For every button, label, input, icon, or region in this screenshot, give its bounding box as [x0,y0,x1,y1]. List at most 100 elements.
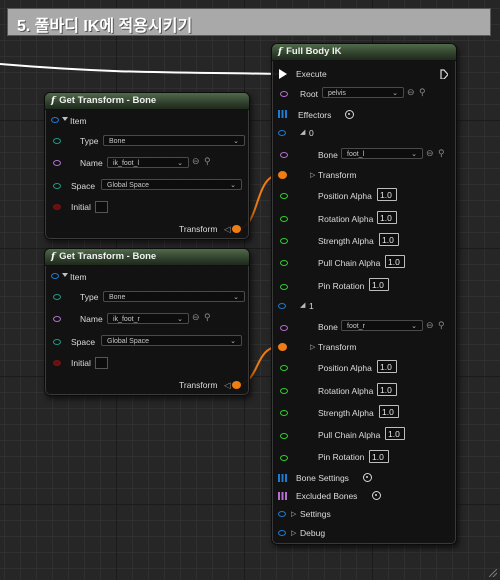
node-title: Get Transform - Bone [59,251,157,262]
execute-input-pin[interactable] [279,69,287,79]
strength-alpha-input[interactable]: 1.0 [379,405,399,418]
position-alpha-pin[interactable] [280,365,288,371]
expand-icon[interactable]: ▷ [291,529,296,537]
expand-icon[interactable]: ▷ [310,171,315,179]
strength-alpha-input[interactable]: 1.0 [379,233,399,246]
position-alpha-input[interactable]: 1.0 [377,360,397,373]
use-selected-icon[interactable]: ⊖ [426,148,434,159]
function-icon: f [51,251,56,262]
name-pin[interactable] [53,160,61,166]
node-title-bar[interactable]: f Full Body IK [272,44,456,61]
position-alpha-pin[interactable] [280,193,288,199]
expand-icon[interactable]: ◢ [300,301,305,309]
rotation-alpha-pin[interactable] [280,216,288,222]
array-grid-icon[interactable] [278,492,287,500]
bone-label: Bone [318,322,338,332]
space-dropdown[interactable]: Global Space ⌄ [101,335,242,346]
name-pin[interactable] [53,316,61,322]
expand-item-icon[interactable] [62,273,68,277]
root-dropdown[interactable]: pelvis ⌄ [322,87,404,98]
rotation-alpha-label: Rotation Alpha [318,214,374,224]
browse-search-icon[interactable]: ⚲ [419,87,426,98]
bone-dropdown[interactable]: foot_l ⌄ [341,148,423,159]
pin-rotation-input[interactable]: 1.0 [369,278,389,291]
type-dropdown[interactable]: Bone ⌄ [103,135,245,146]
rotation-alpha-pin[interactable] [280,388,288,394]
expand-icon[interactable]: ▷ [310,343,315,351]
pin-rotation-input[interactable]: 1.0 [369,450,389,463]
item-pin[interactable] [51,117,59,123]
name-dropdown[interactable]: ik_foot_l ⌄ [107,157,189,168]
debug-pin[interactable] [278,530,286,536]
expand-icon[interactable]: ▷ [291,510,296,518]
type-pin[interactable] [53,294,61,300]
pin-rotation-pin[interactable] [280,455,288,461]
space-dropdown[interactable]: Global Space ⌄ [101,179,242,190]
effector-pin[interactable] [278,303,286,309]
add-effector-icon[interactable] [345,110,354,119]
strength-alpha-pin[interactable] [280,410,288,416]
browse-search-icon[interactable]: ⚲ [204,312,211,323]
initial-checkbox[interactable] [95,201,108,213]
name-dropdown[interactable]: ik_foot_r ⌄ [107,313,189,324]
expand-item-icon[interactable] [62,117,68,121]
resize-grip-icon[interactable] [489,569,497,577]
position-alpha-label: Position Alpha [318,363,372,373]
transform-input-pin[interactable] [278,171,287,179]
add-excluded-bone-icon[interactable] [372,491,381,500]
transform-input-pin[interactable] [278,343,287,351]
settings-pin[interactable] [278,511,286,517]
use-selected-icon[interactable]: ⊖ [192,312,200,323]
browse-search-icon[interactable]: ⚲ [438,320,445,331]
array-grid-icon[interactable] [278,474,287,482]
position-alpha-label: Position Alpha [318,191,372,201]
initial-pin[interactable] [53,204,61,210]
pull-chain-alpha-input[interactable]: 1.0 [385,255,405,268]
pull-chain-alpha-pin[interactable] [280,260,288,266]
type-value: Bone [109,294,126,301]
pin-rotation-pin[interactable] [280,284,288,290]
type-pin[interactable] [53,138,61,144]
expand-icon[interactable]: ◢ [300,128,305,136]
space-value: Global Space [107,182,150,189]
comment-header[interactable]: 5. 풀바디 IK에 적용시키기 [7,8,491,36]
space-pin[interactable] [53,183,61,189]
rotation-alpha-input[interactable]: 1.0 [377,211,397,224]
item-pin[interactable] [51,273,59,279]
full-body-ik-node[interactable]: f Full Body IK Execute Root pelvis ⌄ ⊖ ⚲ E… [271,43,457,545]
execute-output-pin[interactable] [440,69,448,79]
get-transform-node-1[interactable]: f Get Transform - Bone Item Type Bone ⌄ Na… [44,92,250,240]
bone-value: foot_l [347,151,365,158]
browse-search-icon[interactable]: ⚲ [438,148,445,159]
space-pin[interactable] [53,339,61,345]
initial-pin[interactable] [53,360,61,366]
initial-checkbox[interactable] [95,357,108,369]
chevron-down-icon: ⌄ [177,316,183,323]
type-dropdown[interactable]: Bone ⌄ [103,291,245,302]
add-bone-setting-icon[interactable] [363,473,372,482]
node-title-bar[interactable]: f Get Transform - Bone [45,249,249,266]
node-title-bar[interactable]: f Get Transform - Bone [45,93,249,110]
use-selected-icon[interactable]: ⊖ [192,156,200,167]
root-pin[interactable] [280,91,288,97]
strength-alpha-pin[interactable] [280,238,288,244]
node-title: Get Transform - Bone [59,95,157,106]
use-selected-icon[interactable]: ⊖ [407,87,415,98]
rotation-alpha-input[interactable]: 1.0 [377,383,397,396]
pull-chain-alpha-pin[interactable] [280,433,288,439]
bone-settings-label: Bone Settings [296,473,349,483]
name-label: Name [80,314,103,324]
transform-output-pin[interactable] [232,225,241,233]
transform-output-pin[interactable] [232,381,241,389]
get-transform-node-2[interactable]: f Get Transform - Bone Item Type Bone ⌄ Na… [44,248,250,396]
strength-alpha-label: Strength Alpha [318,408,374,418]
bone-pin[interactable] [280,325,288,331]
pull-chain-alpha-input[interactable]: 1.0 [385,427,405,440]
bone-pin[interactable] [280,152,288,158]
bone-dropdown[interactable]: foot_r ⌄ [341,320,423,331]
array-grid-icon[interactable] [278,110,287,118]
browse-search-icon[interactable]: ⚲ [204,156,211,167]
use-selected-icon[interactable]: ⊖ [426,320,434,331]
position-alpha-input[interactable]: 1.0 [377,188,397,201]
effector-pin[interactable] [278,130,286,136]
